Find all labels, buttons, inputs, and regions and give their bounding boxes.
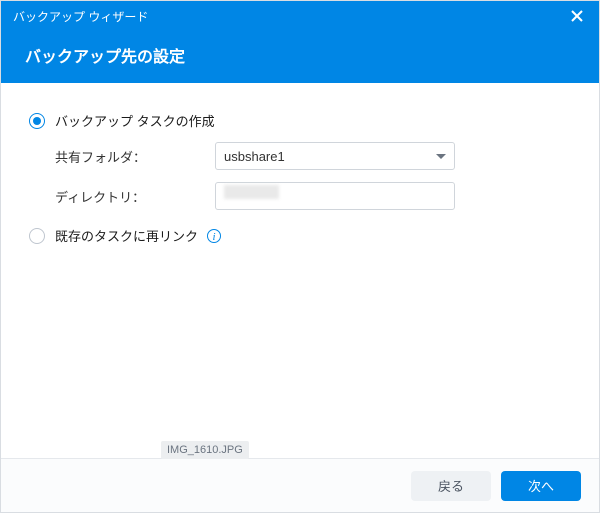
wizard-footer: 戻る 次へ [1, 458, 599, 512]
info-icon[interactable]: i [206, 228, 222, 244]
wizard-header: バックアップ先の設定 [1, 31, 599, 83]
next-button[interactable]: 次へ [501, 471, 581, 501]
svg-text:i: i [212, 231, 215, 243]
window-title: バックアップ ウィザード [13, 8, 567, 25]
directory-value-redacted [224, 185, 279, 199]
shared-folder-select[interactable]: usbshare1 [215, 142, 455, 170]
titlebar: バックアップ ウィザード [1, 1, 599, 31]
wizard-window: バックアップ ウィザード バックアップ先の設定 バックアップ タスクの作成 共有… [0, 0, 600, 513]
close-icon [571, 10, 583, 22]
field-shared-folder: 共有フォルダ： usbshare1 [55, 142, 571, 170]
create-task-fields: 共有フォルダ： usbshare1 ディレクトリ： [55, 142, 571, 210]
chevron-down-icon [436, 154, 446, 159]
next-button-label: 次へ [528, 476, 554, 495]
close-button[interactable] [567, 6, 587, 26]
option-relink-label: 既存のタスクに再リンク [55, 226, 198, 245]
field-directory: ディレクトリ： [55, 182, 571, 210]
directory-label: ディレクトリ： [55, 187, 215, 206]
image-watermark: IMG_1610.JPG [161, 441, 249, 459]
wizard-body: バックアップ タスクの作成 共有フォルダ： usbshare1 ディレクトリ： … [1, 83, 599, 458]
page-heading: バックアップ先の設定 [25, 49, 185, 66]
option-create-label: バックアップ タスクの作成 [55, 111, 215, 130]
radio-relink-task[interactable] [29, 228, 45, 244]
option-create-task[interactable]: バックアップ タスクの作成 [29, 111, 571, 130]
back-button-label: 戻る [438, 476, 464, 495]
watermark-text: IMG_1610.JPG [167, 444, 243, 456]
directory-input[interactable] [215, 182, 455, 210]
radio-create-task[interactable] [29, 113, 45, 129]
option-relink-task[interactable]: 既存のタスクに再リンク i [29, 226, 571, 245]
shared-folder-value: usbshare1 [224, 149, 436, 164]
back-button[interactable]: 戻る [411, 471, 491, 501]
shared-folder-label: 共有フォルダ： [55, 147, 215, 166]
